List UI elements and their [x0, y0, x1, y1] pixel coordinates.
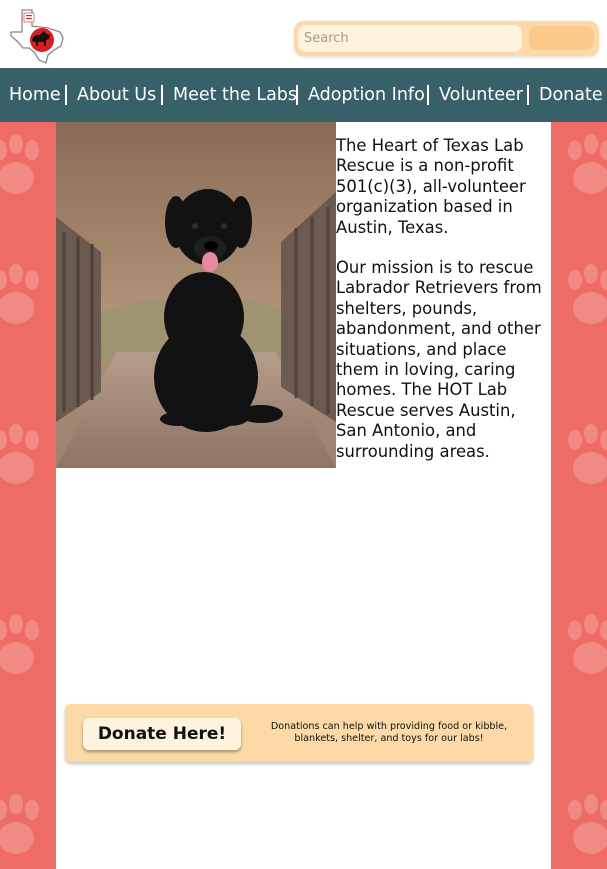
nav-divider	[161, 85, 163, 105]
donate-here-button[interactable]: Donate Here!	[83, 718, 241, 750]
nav-donate[interactable]: Donate	[539, 68, 603, 122]
search-button[interactable]	[529, 26, 594, 50]
paw-icon	[0, 794, 39, 854]
black-lab-photo	[56, 122, 336, 468]
paw-icon	[568, 794, 607, 854]
paw-pattern-left	[0, 122, 56, 869]
nav-adoption-info[interactable]: Adoption Info	[308, 68, 425, 122]
nav-meet-the-labs[interactable]: Meet the Labs	[173, 68, 297, 122]
nav-divider	[296, 85, 298, 105]
paw-icon	[568, 424, 607, 484]
paw-icon	[0, 614, 39, 674]
dog-photo-illustration	[56, 122, 336, 468]
main-content: The Heart of Texas Lab Rescue is a non-p…	[56, 122, 551, 869]
about-text: The Heart of Texas Lab Rescue is a non-p…	[336, 136, 551, 482]
search-input[interactable]	[298, 25, 522, 52]
paw-icon	[0, 134, 39, 194]
nav-divider	[65, 85, 67, 105]
search-bar	[294, 21, 599, 56]
paw-icon	[0, 264, 39, 324]
main-nav: Home About Us Meet the Labs Adoption Inf…	[0, 68, 607, 122]
paw-pattern-right	[551, 122, 607, 869]
paw-icon	[568, 264, 607, 324]
nav-about-us[interactable]: About Us	[77, 68, 156, 122]
paw-icon	[0, 424, 39, 484]
about-paragraph-mission: Our mission is to rescue Labrador Retrie…	[336, 258, 542, 461]
nav-volunteer[interactable]: Volunteer	[439, 68, 523, 122]
texas-dog-logo-icon	[10, 9, 64, 64]
nav-divider	[427, 85, 429, 105]
nav-divider	[527, 85, 529, 105]
donate-note: Donations can help with providing food o…	[270, 721, 508, 744]
site-logo[interactable]	[8, 8, 66, 64]
about-paragraph-intro: The Heart of Texas Lab Rescue is a non-p…	[336, 136, 526, 237]
site-header	[0, 0, 607, 68]
nav-home[interactable]: Home	[9, 68, 61, 122]
paw-icon	[568, 134, 607, 194]
donate-banner: Donate Here! Donations can help with pro…	[65, 704, 533, 762]
paw-icon	[568, 614, 607, 674]
